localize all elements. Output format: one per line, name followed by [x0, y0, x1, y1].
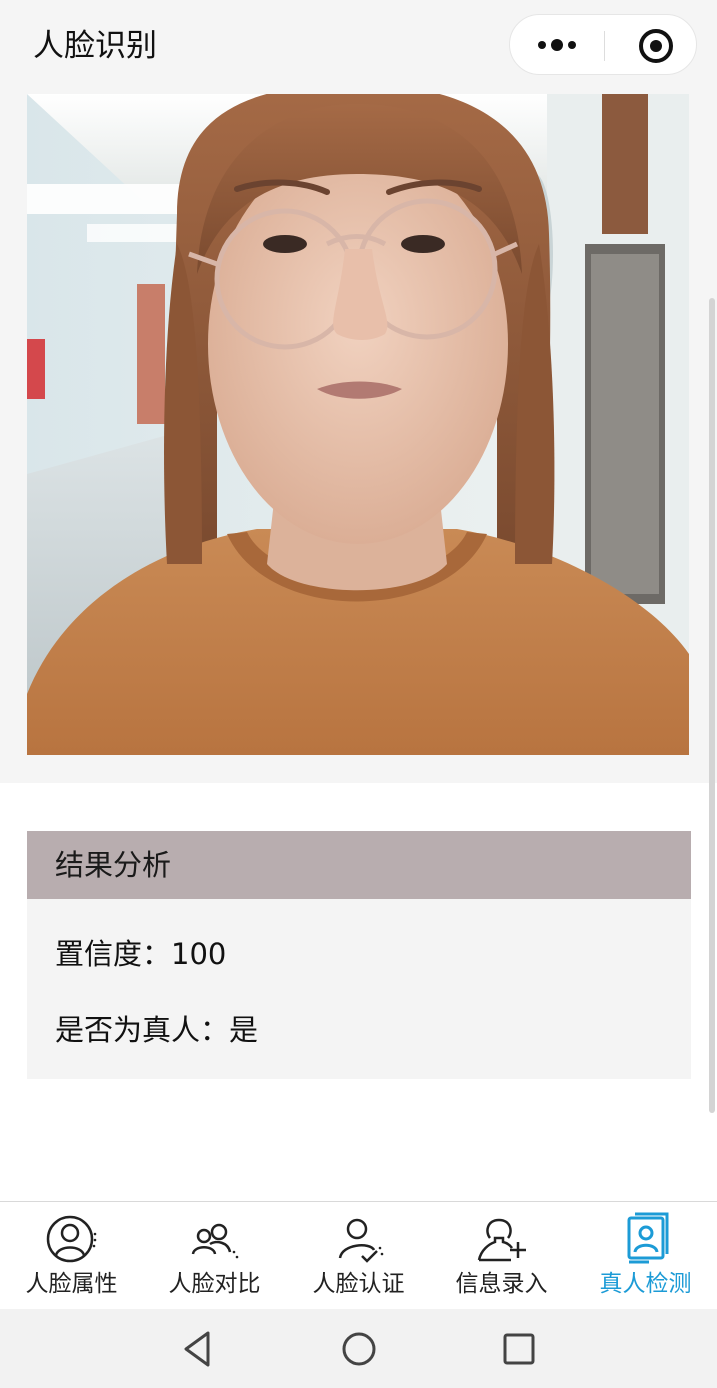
face-photo	[27, 94, 689, 755]
result-title: 结果分析	[55, 848, 172, 882]
face-verify-icon	[338, 1218, 384, 1263]
system-nav-bar	[0, 1309, 717, 1388]
tab-face-attribute[interactable]: 人脸属性	[0, 1202, 143, 1309]
mini-program-capsule	[509, 14, 697, 75]
tab-label: 人脸对比	[168, 1271, 261, 1297]
tab-face-compare[interactable]: 人脸对比	[143, 1202, 286, 1309]
tab-face-verify[interactable]: 人脸认证	[287, 1202, 430, 1309]
tab-bar: 人脸属性 人脸对比 人脸认证 信息录入 真人检测	[0, 1201, 717, 1309]
tab-label: 真人检测	[599, 1271, 692, 1297]
tab-liveness-detect[interactable]: 真人检测	[574, 1202, 717, 1309]
tab-label: 人脸认证	[312, 1271, 405, 1297]
info-entry-icon	[477, 1218, 526, 1262]
is-real-person-text: 是否为真人：是	[55, 1013, 259, 1047]
tab-label: 信息录入	[455, 1271, 548, 1297]
liveness-detect-icon	[627, 1212, 669, 1264]
tab-label: 人脸属性	[25, 1271, 118, 1297]
face-compare-icon	[191, 1223, 239, 1259]
scrollbar[interactable]	[709, 298, 715, 1113]
result-body: 置信度：100 是否为真人：是	[27, 899, 691, 1079]
target-circle-icon	[639, 29, 673, 63]
page-title: 人脸识别	[33, 28, 157, 64]
close-button[interactable]	[605, 15, 697, 74]
recents-square-icon[interactable]	[497, 1327, 541, 1371]
back-triangle-icon[interactable]	[176, 1327, 220, 1371]
face-attribute-icon	[46, 1215, 97, 1263]
more-dots-icon	[538, 39, 576, 51]
face-photo-illustration	[27, 94, 689, 755]
tab-info-entry[interactable]: 信息录入	[430, 1202, 573, 1309]
more-button[interactable]	[510, 15, 604, 74]
confidence-text: 置信度：100	[55, 937, 227, 971]
result-header: 结果分析	[27, 831, 691, 899]
home-circle-icon[interactable]	[337, 1327, 381, 1371]
